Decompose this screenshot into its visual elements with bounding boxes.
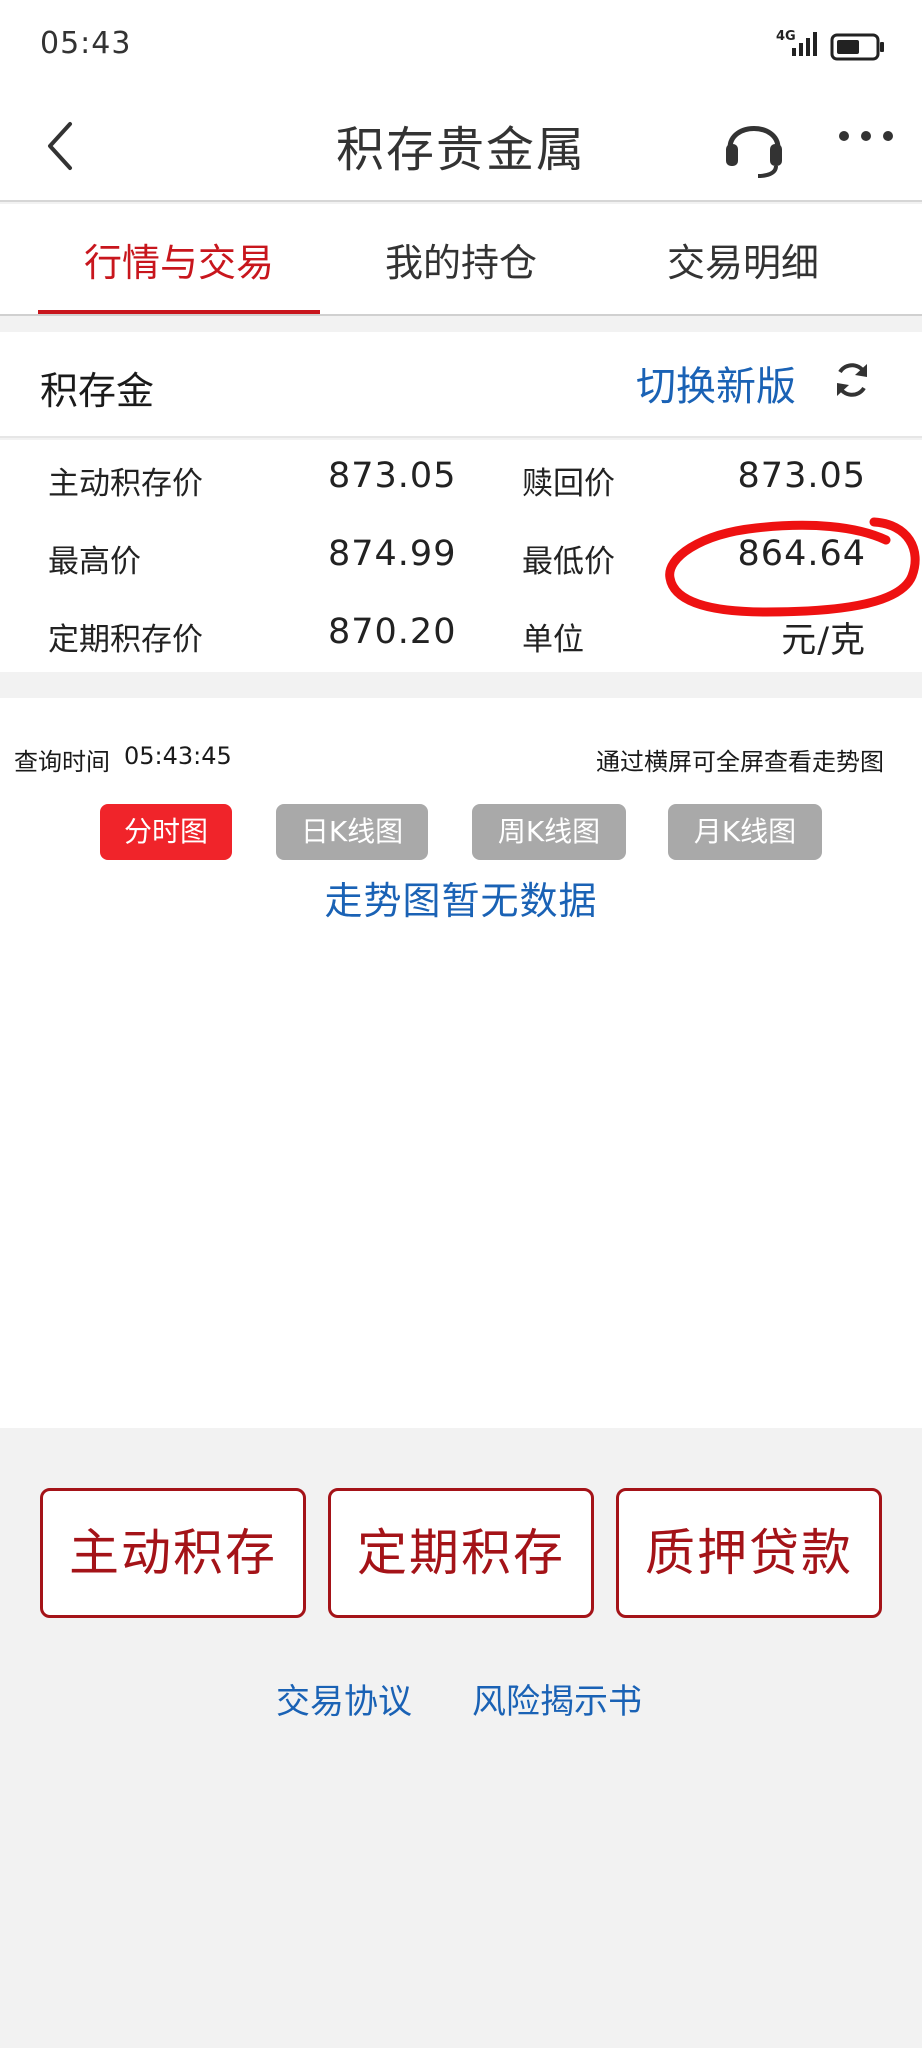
more-icon[interactable] <box>836 128 896 148</box>
high-price-value: 874.99 <box>328 534 457 574</box>
headset-icon[interactable] <box>722 108 786 184</box>
status-time: 05:43 <box>40 26 132 61</box>
risk-disclosure-link[interactable]: 风险揭示书 <box>472 1674 642 1723</box>
product-header: 积存金 切换新版 <box>0 332 922 438</box>
tab-bar: 行情与交易 我的持仓 交易明细 <box>0 204 922 316</box>
switch-version-link[interactable]: 切换新版 <box>636 354 796 412</box>
query-time-label: 查询时间 <box>14 748 110 776</box>
high-price-label: 最高价 <box>48 544 141 580</box>
daily-kline-button[interactable]: 日K线图 <box>276 804 428 860</box>
no-chart-data-message: 走势图暂无数据 <box>324 879 598 923</box>
battery-icon <box>830 32 886 66</box>
active-deposit-button[interactable]: 主动积存 <box>40 1488 306 1618</box>
fixed-deposit-price-label: 定期积存价 <box>48 622 203 658</box>
pledge-loan-button[interactable]: 质押贷款 <box>616 1488 882 1618</box>
redeem-price-value: 873.05 <box>737 456 866 496</box>
chart-area: 查询时间 05:43:45 通过横屏可全屏查看走势图 分时图 日K线图 周K线图… <box>0 698 922 1428</box>
page: 05:43 4G 积存贵金属 行情与交易 我的持仓 交易明细 积存金 切换新版 … <box>0 0 922 2048</box>
tab-market-trading[interactable]: 行情与交易 <box>36 232 322 287</box>
active-tab-underline <box>38 310 320 314</box>
active-deposit-price-value: 873.05 <box>328 456 457 496</box>
refresh-icon[interactable] <box>832 360 872 404</box>
tab-my-holdings[interactable]: 我的持仓 <box>318 232 604 287</box>
status-bar: 05:43 4G <box>0 0 922 90</box>
fixed-deposit-button[interactable]: 定期积存 <box>328 1488 594 1618</box>
intraday-chart-button[interactable]: 分时图 <box>100 804 232 860</box>
signal-icon <box>790 30 822 60</box>
nav-bar: 积存贵金属 <box>0 90 922 202</box>
product-name: 积存金 <box>40 369 155 413</box>
monthly-kline-button[interactable]: 月K线图 <box>668 804 822 860</box>
redeem-price-label: 赎回价 <box>522 466 615 502</box>
low-price-label: 最低价 <box>522 544 615 580</box>
fixed-deposit-price-value: 870.20 <box>328 612 457 652</box>
landscape-tip: 通过横屏可全屏查看走势图 <box>596 748 884 776</box>
active-deposit-price-label: 主动积存价 <box>48 466 203 502</box>
unit-label: 单位 <box>522 622 584 658</box>
tab-trade-details[interactable]: 交易明细 <box>600 232 886 287</box>
price-row: 主动积存价 873.05 赎回价 873.05 <box>0 444 922 522</box>
red-circle-annotation <box>660 514 922 630</box>
weekly-kline-button[interactable]: 周K线图 <box>472 804 626 860</box>
trade-agreement-link[interactable]: 交易协议 <box>276 1674 412 1723</box>
query-time-value: 05:43:45 <box>124 742 232 770</box>
